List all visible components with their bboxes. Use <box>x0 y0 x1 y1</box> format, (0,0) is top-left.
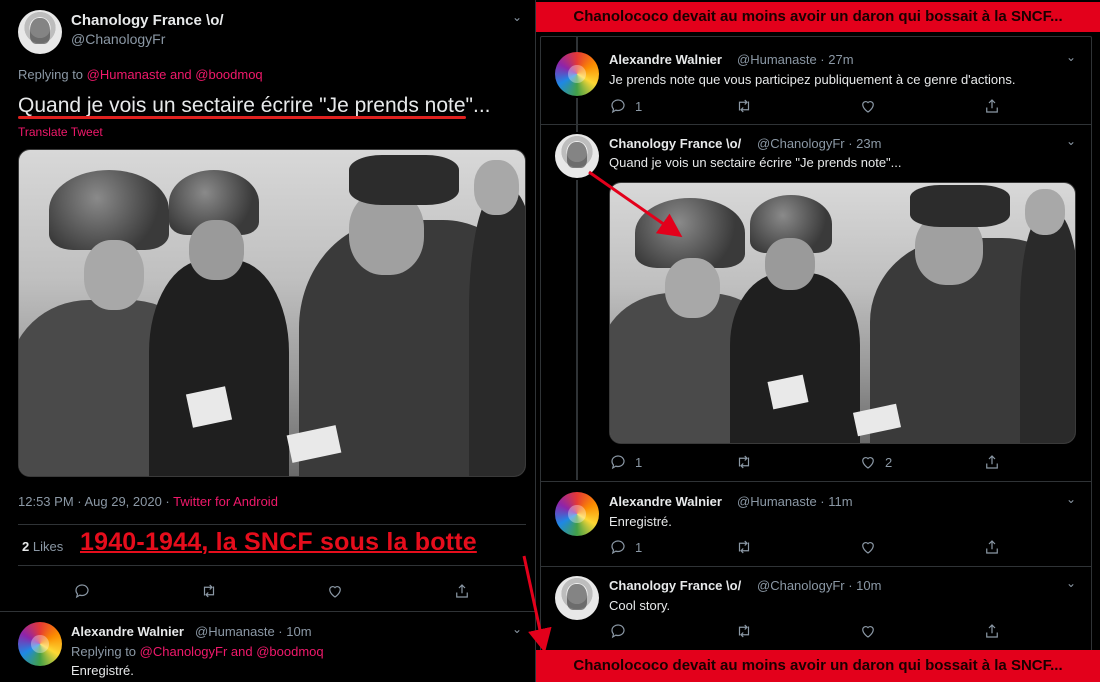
annotation-arrow <box>522 170 683 653</box>
